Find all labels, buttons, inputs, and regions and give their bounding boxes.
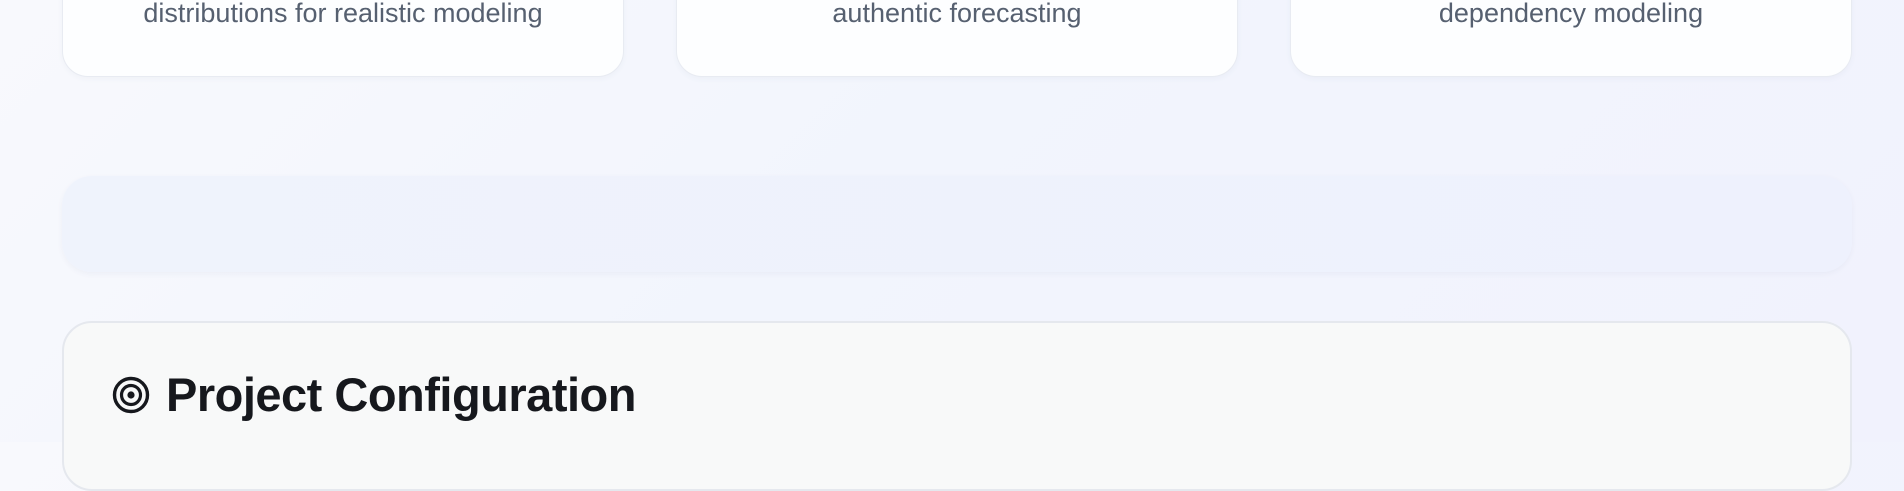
feature-card-description: distributions for realistic modeling bbox=[143, 0, 543, 28]
project-configuration-panel: Project Configuration bbox=[62, 321, 1852, 491]
feature-card: authentic forecasting bbox=[676, 0, 1238, 77]
feature-card: dependency modeling bbox=[1290, 0, 1852, 77]
project-configuration-header: Project Configuration bbox=[112, 367, 636, 423]
feature-card-description: authentic forecasting bbox=[832, 0, 1082, 28]
feature-card-description: dependency modeling bbox=[1438, 0, 1704, 28]
feature-card: distributions for realistic modeling bbox=[62, 0, 624, 77]
section-title: Project Configuration bbox=[166, 368, 636, 421]
target-icon bbox=[112, 376, 150, 414]
empty-panel bbox=[62, 176, 1852, 272]
